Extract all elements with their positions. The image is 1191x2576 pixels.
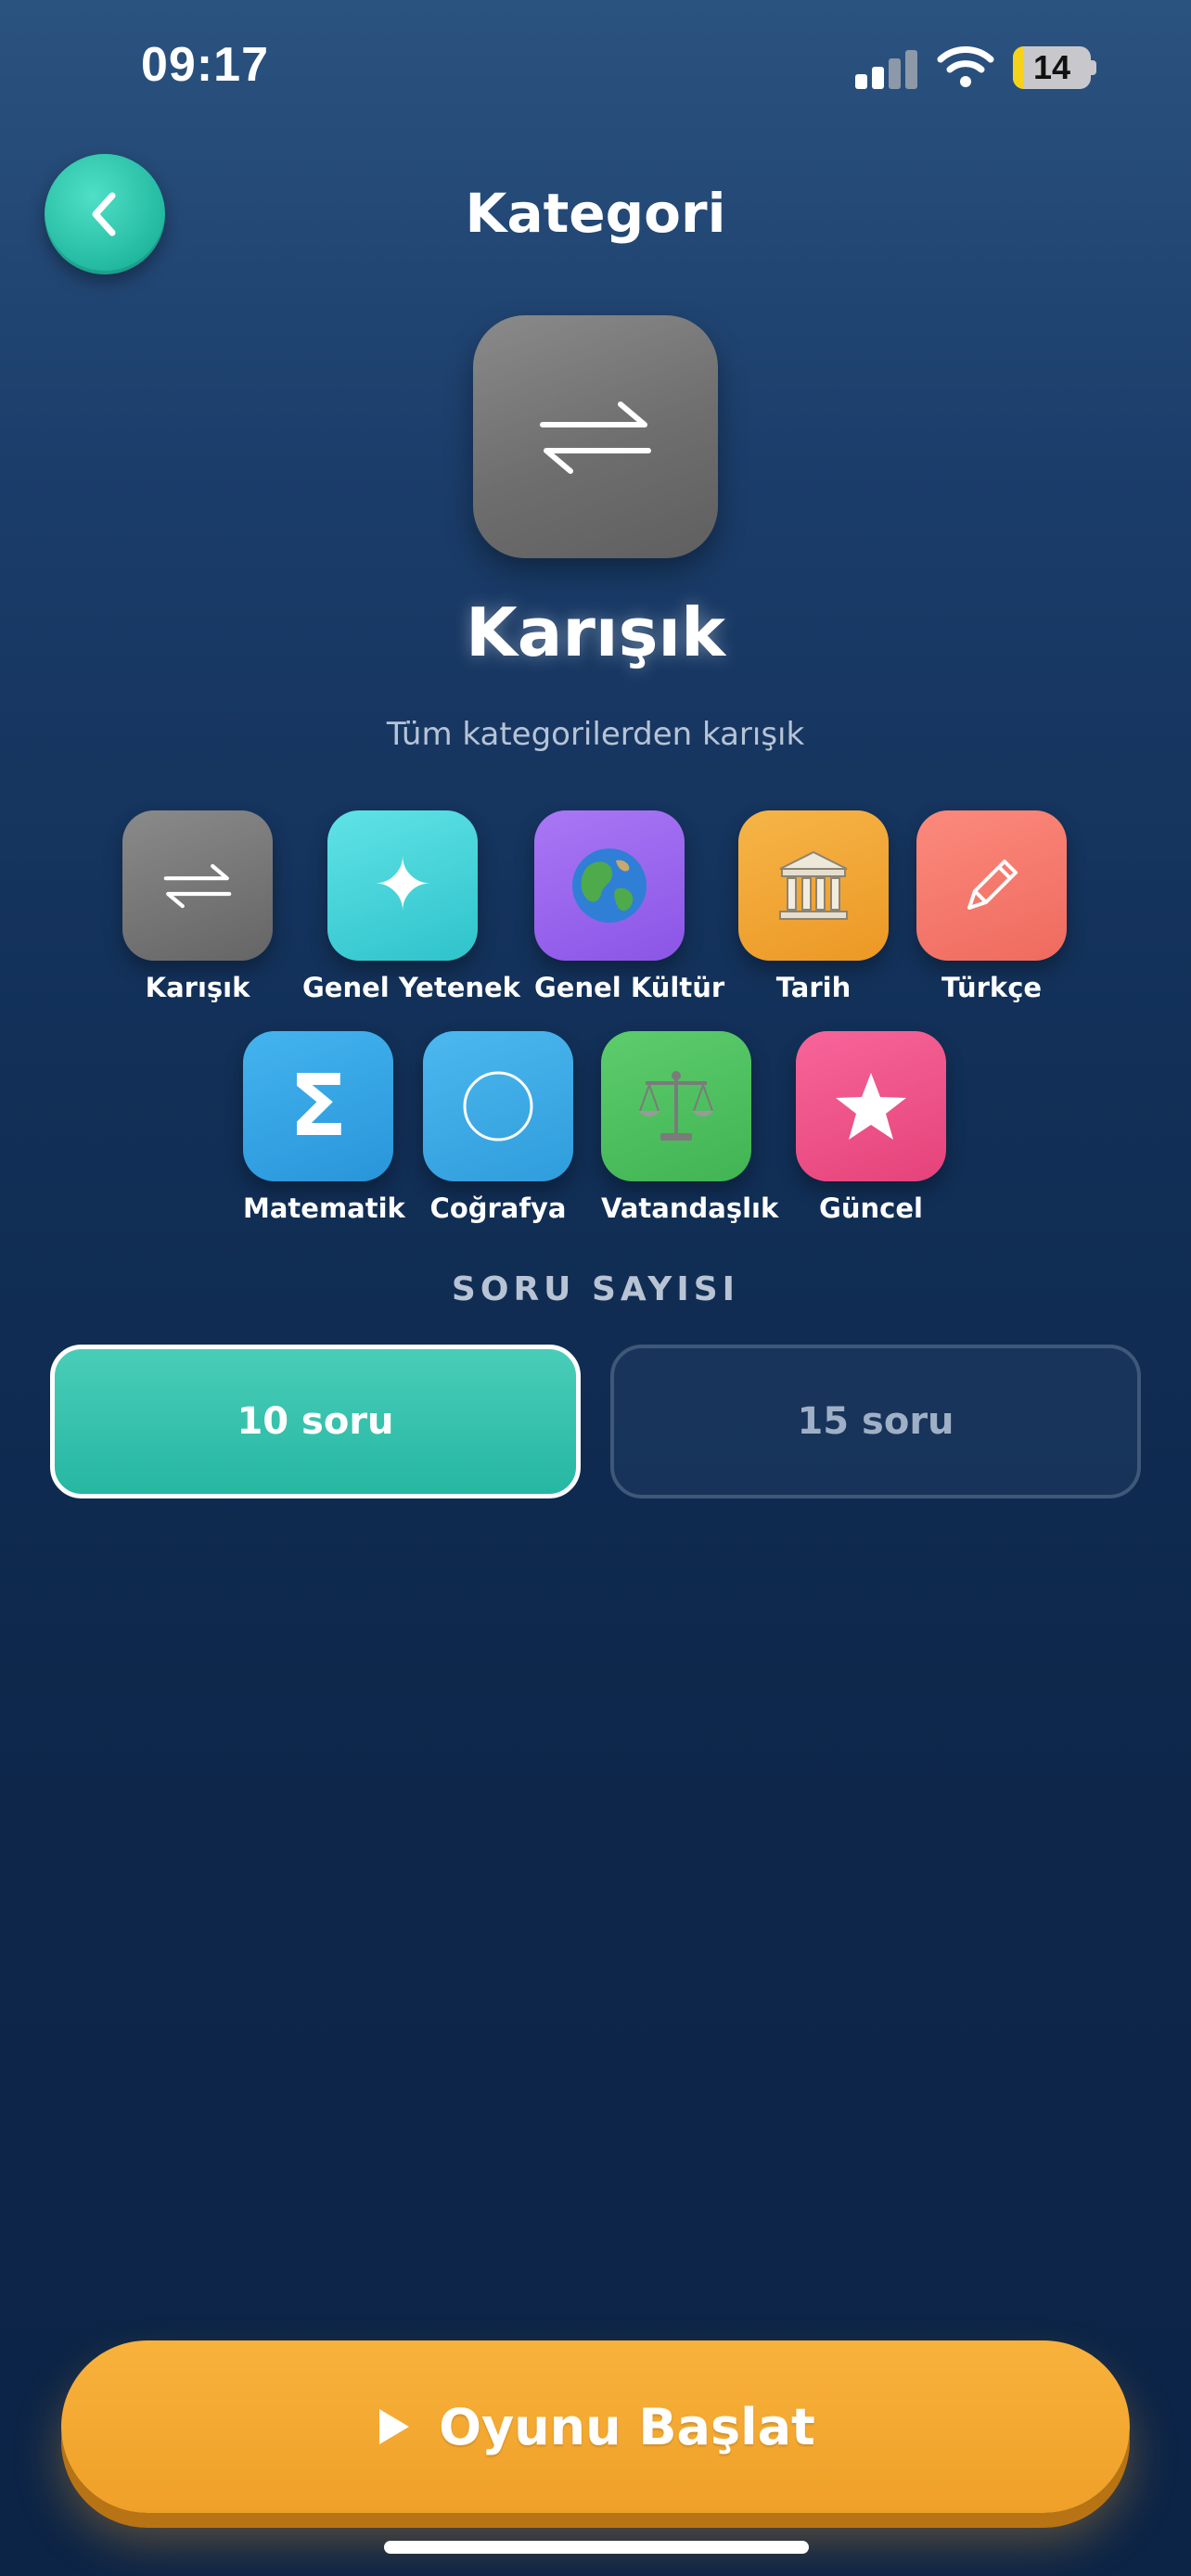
home-indicator[interactable] [384, 2541, 809, 2554]
category-tarih[interactable]: Tarih [738, 810, 889, 1003]
pencil-icon [916, 810, 1067, 961]
globe-icon [534, 810, 685, 961]
status-time: 09:17 [141, 38, 269, 92]
wifi-icon [937, 43, 994, 89]
category-label: Genel Yetenek [302, 972, 520, 1003]
battery-level: 14 [1032, 48, 1071, 86]
star-icon [796, 1031, 946, 1181]
category-label: Tarih [775, 972, 852, 1003]
option-label: 10 soru [237, 1400, 394, 1443]
option-label: 15 soru [797, 1400, 954, 1443]
category-label: Güncel [819, 1192, 923, 1224]
battery-icon: 14 [1013, 46, 1096, 89]
classical-building-icon [738, 810, 889, 961]
category-label: Genel Kültür [534, 972, 725, 1003]
category-cografya[interactable]: Coğrafya [423, 1031, 573, 1224]
start-game-label: Oyunu Başlat [439, 2397, 815, 2456]
category-guncel[interactable]: Güncel [796, 1031, 946, 1224]
category-matematik[interactable]: Σ Matematik [243, 1031, 405, 1224]
cellular-signal-icon [855, 46, 918, 89]
option-15-questions[interactable]: 15 soru [610, 1345, 1141, 1498]
category-genel-kultur[interactable]: Genel Kültür [534, 810, 725, 1003]
category-genel-yetenek[interactable]: ✦ Genel Yetenek [302, 810, 520, 1003]
category-turkce[interactable]: Türkçe [916, 810, 1067, 1003]
category-label: Coğrafya [429, 1192, 567, 1224]
scales-icon [601, 1031, 751, 1181]
option-10-questions[interactable]: 10 soru [50, 1345, 581, 1498]
swap-arrows-icon [540, 402, 651, 474]
circle-icon [423, 1031, 573, 1181]
category-karisik[interactable]: Karışık [122, 810, 273, 1003]
play-icon [379, 2409, 410, 2444]
start-game-button[interactable]: Oyunu Başlat [61, 2340, 1130, 2513]
question-count-title: SORU SAYISI [451, 1270, 740, 1308]
selected-category-description: Tüm kategorilerden karışık [386, 716, 805, 753]
selected-category-icon [473, 315, 718, 558]
sigma-icon: Σ [243, 1031, 393, 1181]
sparkle-icon: ✦ [327, 810, 478, 961]
category-label: Karışık [145, 972, 250, 1003]
selected-category-name: Karışık [466, 593, 725, 671]
swap-arrows-icon [122, 810, 273, 961]
category-label: Matematik [243, 1192, 405, 1224]
category-label: Vatandaşlık [601, 1192, 779, 1224]
category-vatandaslik[interactable]: Vatandaşlık [601, 1031, 779, 1224]
page-title: Kategori [465, 182, 726, 245]
category-label: Türkçe [941, 972, 1043, 1003]
